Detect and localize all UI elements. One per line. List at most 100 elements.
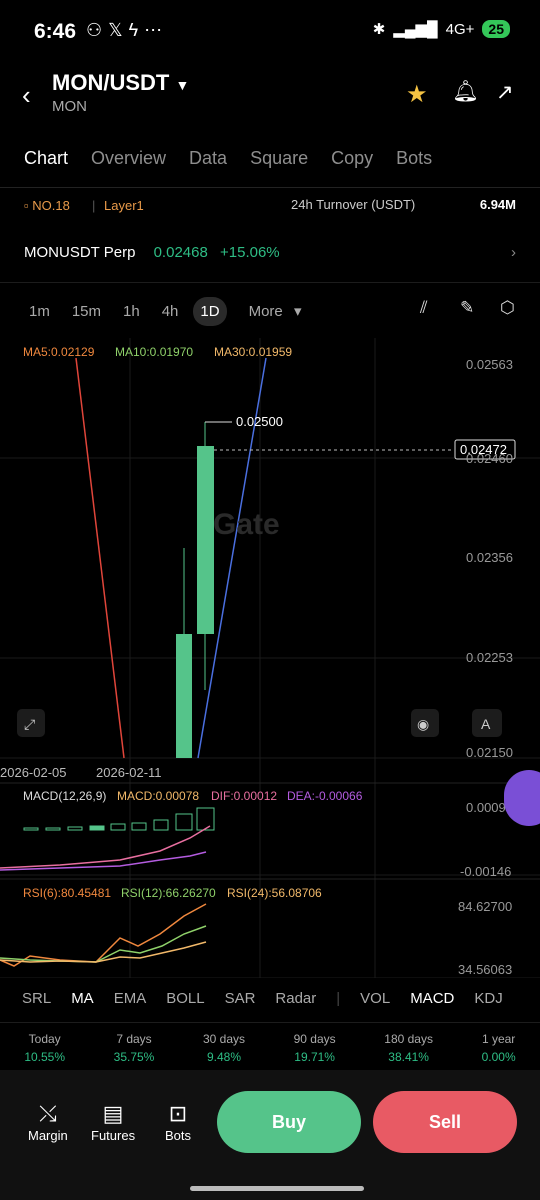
- ind-sar[interactable]: SAR: [225, 990, 256, 1007]
- price-tick: 0.02150: [466, 745, 513, 760]
- perf-1y: 1 year 0.00%: [481, 1032, 516, 1064]
- tab-square[interactable]: Square: [250, 148, 308, 169]
- dif-value: DIF:0.00012: [211, 789, 277, 803]
- chevron-right-icon: ›: [511, 244, 516, 261]
- ind-ma[interactable]: MA: [71, 990, 94, 1007]
- dif-line: [0, 825, 211, 869]
- price-tick: 0.02563: [466, 357, 513, 372]
- date-tick: 2026-02-11: [96, 765, 162, 780]
- macd-value: MACD:0.00078: [117, 789, 199, 803]
- pair-subtitle: MON: [52, 98, 87, 115]
- ind-vol[interactable]: VOL: [360, 990, 390, 1007]
- indicator-icon[interactable]: ⫽: [420, 298, 428, 318]
- tf-1m[interactable]: 1m: [22, 297, 57, 326]
- tab-bots[interactable]: Bots: [396, 148, 432, 169]
- divider: [0, 282, 540, 283]
- perf-90d: 90 days 19.71%: [293, 1032, 336, 1064]
- back-icon[interactable]: ‹: [22, 80, 31, 111]
- rsi12-label: RSI(12):66.26270: [121, 886, 216, 900]
- perf-today: Today 10.55%: [24, 1032, 66, 1064]
- notification-icons: ⚇𝕏ϟ⋯: [86, 20, 169, 40]
- candle: [197, 446, 214, 634]
- separator: |: [336, 990, 341, 1007]
- tf-4h[interactable]: 4h: [155, 297, 186, 326]
- date-tick: 2026-02-05: [0, 765, 67, 780]
- divider: [0, 187, 540, 188]
- sell-button[interactable]: Sell: [373, 1091, 517, 1153]
- indicator-tabs: SRL MA EMA BOLL SAR Radar | VOL MACD KDJ: [22, 990, 503, 1007]
- ind-macd[interactable]: MACD: [410, 990, 454, 1007]
- ind-kdj[interactable]: KDJ: [474, 990, 502, 1007]
- perf-30d: 30 days 9.48%: [202, 1032, 245, 1064]
- gate-watermark: Gate: [213, 508, 280, 541]
- status-time: 6:46: [34, 20, 77, 43]
- ma-line-red: [75, 357, 125, 759]
- ma30-label: MA30:0.01959: [214, 345, 292, 359]
- floating-assistant-button[interactable]: [504, 770, 540, 826]
- high-label: 0.02500: [236, 414, 283, 429]
- ind-boll[interactable]: BOLL: [166, 990, 204, 1007]
- bot-icon: ⊡: [168, 1101, 188, 1126]
- settings-icon[interactable]: ⬡: [500, 298, 515, 318]
- status-bar: 6:46 ⚇𝕏ϟ⋯ ✱ ▂▄▆█ 4G+ 25: [0, 0, 540, 64]
- share-icon[interactable]: ↗: [496, 80, 514, 105]
- tf-15m[interactable]: 15m: [65, 297, 108, 326]
- perf-180d: 180 days 38.41%: [384, 1032, 433, 1064]
- svg-text:A: A: [481, 716, 491, 732]
- ind-srl[interactable]: SRL: [22, 990, 51, 1007]
- macd-title: MACD(12,26,9): [23, 789, 106, 803]
- tab-copy[interactable]: Copy: [331, 148, 373, 169]
- tab-chart[interactable]: Chart: [24, 148, 68, 169]
- perp-change: +15.06%: [220, 244, 280, 261]
- perp-name: MONUSDT Perp: [24, 244, 136, 261]
- rank-badge: ▫ NO.18: [24, 198, 70, 213]
- nav-margin[interactable]: ⤯ Margin: [28, 1100, 68, 1143]
- tf-more[interactable]: More ▾: [235, 296, 309, 326]
- tab-overview[interactable]: Overview: [91, 148, 166, 169]
- ma5-label: MA5:0.02129: [23, 345, 95, 359]
- tf-1d[interactable]: 1D: [193, 296, 227, 326]
- price-tick: 0.02253: [466, 650, 513, 665]
- tab-data[interactable]: Data: [189, 148, 227, 169]
- ind-ema[interactable]: EMA: [114, 990, 147, 1007]
- rsi-tick: 34.56063: [458, 962, 512, 977]
- perf-7d: 7 days 35.75%: [113, 1032, 155, 1064]
- bluetooth-icon: ✱: [372, 21, 386, 38]
- rsi24-label: RSI(24):56.08706: [227, 886, 322, 900]
- separator: |: [92, 198, 96, 213]
- macd-histogram: [23, 807, 215, 831]
- rsi6-line: [0, 903, 207, 967]
- kline-chart[interactable]: 0.02500 0.02472 Gate 0.02563 0.02460 0.0…: [0, 338, 540, 978]
- candle: [176, 634, 192, 758]
- svg-text:◉: ◉: [417, 717, 429, 733]
- performance-row: Today 10.55% 7 days 35.75% 30 days 9.48% 90…: [0, 1032, 540, 1064]
- buy-button[interactable]: Buy: [217, 1091, 361, 1153]
- ind-radar[interactable]: Radar: [275, 990, 316, 1007]
- margin-icon: ⤯: [39, 1101, 57, 1126]
- rsi6-label: RSI(6):80.45481: [23, 886, 111, 900]
- bell-icon[interactable]: 🔔︎: [452, 80, 479, 104]
- price-tick: 0.02460: [466, 451, 513, 466]
- star-icon[interactable]: ★: [406, 80, 428, 109]
- draw-icon[interactable]: ✎: [460, 298, 474, 318]
- dea-value: DEA:-0.00066: [287, 789, 363, 803]
- home-indicator: [190, 1186, 364, 1191]
- tf-1h[interactable]: 1h: [116, 297, 147, 326]
- network-label: 4G+: [445, 20, 475, 38]
- svg-text:⤢: ⤢: [24, 717, 35, 733]
- turnover-label: 24h Turnover (USDT): [291, 197, 416, 212]
- divider: [0, 1022, 540, 1023]
- perp-row[interactable]: MONUSDT Perp 0.02468 +15.06% ›: [24, 244, 516, 261]
- nav-futures[interactable]: ▤ Futures: [91, 1100, 135, 1143]
- timeframe-bar: 1m 15m 1h 4h 1D More ▾: [22, 296, 308, 326]
- turnover-value: 6.94M: [479, 197, 516, 212]
- pair-title[interactable]: MON/USDT ▼: [52, 70, 189, 96]
- futures-icon: ▤: [102, 1101, 124, 1126]
- battery-icon: 25: [482, 20, 510, 38]
- system-icons: ✱ ▂▄▆█ 4G+ 25: [373, 20, 510, 38]
- macd-tick: -0.00146: [460, 864, 511, 879]
- chart-grid: [0, 338, 540, 978]
- nav-bots[interactable]: ⊡ Bots: [165, 1100, 191, 1143]
- signal-icon: ▂▄▆█: [393, 21, 438, 38]
- price-tick: 0.02356: [466, 550, 513, 565]
